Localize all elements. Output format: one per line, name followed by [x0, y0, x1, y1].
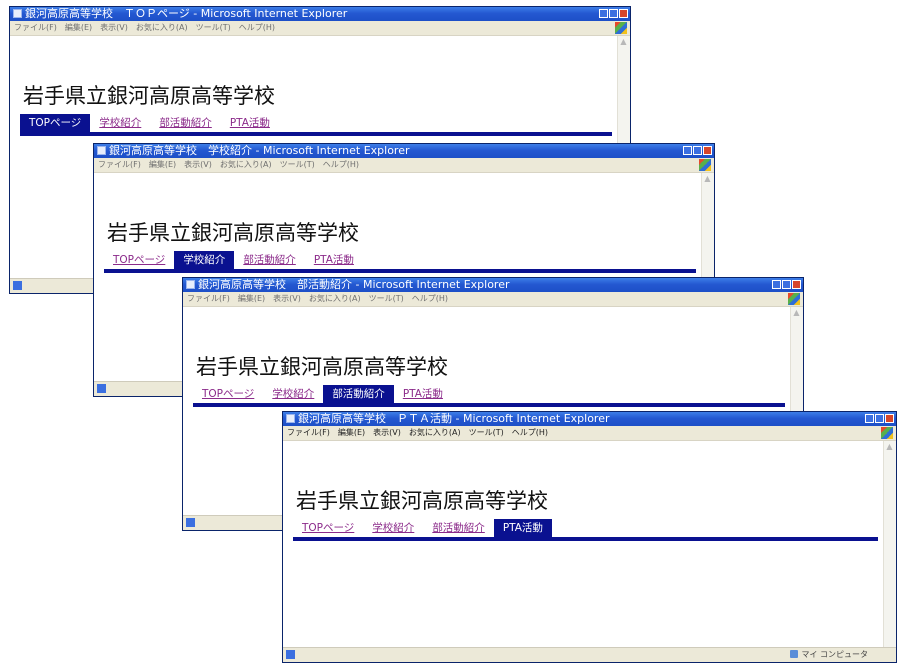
menu-tools[interactable]: ツール(T)	[280, 160, 315, 169]
nav-school[interactable]: 学校紹介	[363, 519, 423, 537]
menu-view[interactable]: 表示(V)	[373, 428, 401, 437]
nav-top[interactable]: TOPページ	[20, 114, 91, 132]
nav-underline	[293, 537, 878, 541]
ie-icon	[97, 146, 106, 155]
menu-edit[interactable]: 編集(E)	[149, 160, 176, 169]
menu-bar: ファイル(F) 編集(E) 表示(V) お気に入り(A) ツール(T) ヘルプ(H)	[10, 21, 630, 36]
ie-icon	[186, 280, 195, 289]
maximize-icon[interactable]	[875, 414, 884, 423]
maximize-icon[interactable]	[609, 9, 618, 18]
page-heading: 岩手県立銀河高原高等学校	[196, 355, 448, 379]
menu-bar: ファイル(F) 編集(E) 表示(V) お気に入り(A) ツール(T) ヘルプ(H)	[94, 158, 714, 173]
scroll-up-icon[interactable]: ▲	[791, 307, 802, 318]
nav-top[interactable]: TOPページ	[293, 519, 363, 537]
menu-help[interactable]: ヘルプ(H)	[323, 160, 359, 169]
nav-pta[interactable]: PTA活動	[221, 114, 279, 132]
nav-underline	[104, 269, 696, 273]
windows-logo-icon	[881, 427, 893, 439]
ie-icon	[286, 414, 295, 423]
minimize-icon[interactable]	[865, 414, 874, 423]
window-title: 銀河高原高等学校 学校紹介 - Microsoft Internet Explo…	[109, 144, 410, 157]
nav-club[interactable]: 部活動紹介	[150, 114, 221, 132]
close-icon[interactable]	[885, 414, 894, 423]
window-title: 銀河高原高等学校 ＰＴＡ活動 - Microsoft Internet Expl…	[298, 412, 610, 425]
title-bar[interactable]: 銀河高原高等学校 学校紹介 - Microsoft Internet Explo…	[94, 144, 714, 158]
menu-favorites[interactable]: お気に入り(A)	[136, 23, 188, 32]
nav-pta[interactable]: PTA活動	[394, 385, 452, 403]
page-icon	[97, 384, 106, 393]
menu-edit[interactable]: 編集(E)	[65, 23, 92, 32]
window-title: 銀河高原高等学校 ＴＯＰページ - Microsoft Internet Exp…	[25, 7, 348, 20]
status-bar: マイ コンピュータ	[283, 647, 896, 662]
nav-underline	[193, 403, 785, 407]
menu-view[interactable]: 表示(V)	[184, 160, 212, 169]
menu-help[interactable]: ヘルプ(H)	[412, 294, 448, 303]
menu-favorites[interactable]: お気に入り(A)	[409, 428, 461, 437]
nav-pta[interactable]: PTA活動	[493, 519, 552, 537]
menu-tools[interactable]: ツール(T)	[469, 428, 504, 437]
computer-icon	[790, 650, 799, 658]
title-bar[interactable]: 銀河高原高等学校 部活動紹介 - Microsoft Internet Expl…	[183, 278, 803, 292]
menu-file[interactable]: ファイル(F)	[14, 23, 57, 32]
nav-underline	[20, 132, 612, 136]
vertical-scrollbar[interactable]: ▲	[883, 441, 896, 648]
page-icon	[13, 281, 22, 290]
nav-club[interactable]: 部活動紹介	[423, 519, 494, 537]
page-heading: 岩手県立銀河高原高等学校	[107, 221, 359, 245]
nav-club[interactable]: 部活動紹介	[323, 385, 394, 403]
maximize-icon[interactable]	[782, 280, 791, 289]
status-zone-label: マイ コンピュータ	[801, 650, 868, 659]
page-heading: 岩手県立銀河高原高等学校	[23, 84, 275, 108]
nav-top[interactable]: TOPページ	[193, 385, 263, 403]
menu-bar: ファイル(F) 編集(E) 表示(V) お気に入り(A) ツール(T) ヘルプ(H)	[183, 292, 803, 307]
windows-logo-icon	[615, 22, 627, 34]
page-heading: 岩手県立銀河高原高等学校	[296, 489, 548, 513]
menu-file[interactable]: ファイル(F)	[98, 160, 141, 169]
menu-edit[interactable]: 編集(E)	[238, 294, 265, 303]
maximize-icon[interactable]	[693, 146, 702, 155]
menu-help[interactable]: ヘルプ(H)	[512, 428, 548, 437]
nav-school[interactable]: 学校紹介	[90, 114, 150, 132]
page-content: 岩手県立銀河高原高等学校 TOPページ 学校紹介 部活動紹介 PTA活動	[283, 441, 884, 648]
nav-club[interactable]: 部活動紹介	[234, 251, 305, 269]
nav-bar: TOPページ 学校紹介 部活動紹介 PTA活動	[193, 385, 452, 403]
nav-school[interactable]: 学校紹介	[174, 251, 235, 269]
title-bar[interactable]: 銀河高原高等学校 ＴＯＰページ - Microsoft Internet Exp…	[10, 7, 630, 21]
close-icon[interactable]	[792, 280, 801, 289]
minimize-icon[interactable]	[683, 146, 692, 155]
close-icon[interactable]	[703, 146, 712, 155]
close-icon[interactable]	[619, 9, 628, 18]
menu-file[interactable]: ファイル(F)	[287, 428, 330, 437]
menu-favorites[interactable]: お気に入り(A)	[220, 160, 272, 169]
menu-bar: ファイル(F) 編集(E) 表示(V) お気に入り(A) ツール(T) ヘルプ(H)	[283, 426, 896, 441]
nav-school[interactable]: 学校紹介	[263, 385, 323, 403]
scroll-up-icon[interactable]: ▲	[702, 173, 713, 184]
menu-tools[interactable]: ツール(T)	[369, 294, 404, 303]
page-icon	[186, 518, 195, 527]
menu-help[interactable]: ヘルプ(H)	[239, 23, 275, 32]
scroll-up-icon[interactable]: ▲	[884, 441, 895, 452]
menu-view[interactable]: 表示(V)	[100, 23, 128, 32]
nav-top[interactable]: TOPページ	[104, 251, 174, 269]
menu-edit[interactable]: 編集(E)	[338, 428, 365, 437]
windows-logo-icon	[699, 159, 711, 171]
minimize-icon[interactable]	[599, 9, 608, 18]
windows-logo-icon	[788, 293, 800, 305]
nav-bar: TOPページ 学校紹介 部活動紹介 PTA活動	[20, 114, 279, 132]
menu-view[interactable]: 表示(V)	[273, 294, 301, 303]
window-title: 銀河高原高等学校 部活動紹介 - Microsoft Internet Expl…	[198, 278, 510, 291]
scroll-up-icon[interactable]: ▲	[618, 36, 629, 47]
menu-file[interactable]: ファイル(F)	[187, 294, 230, 303]
title-bar[interactable]: 銀河高原高等学校 ＰＴＡ活動 - Microsoft Internet Expl…	[283, 412, 896, 426]
ie-icon	[13, 9, 22, 18]
nav-bar: TOPページ 学校紹介 部活動紹介 PTA活動	[293, 519, 552, 537]
nav-pta[interactable]: PTA活動	[305, 251, 363, 269]
menu-tools[interactable]: ツール(T)	[196, 23, 231, 32]
page-icon	[286, 650, 295, 659]
browser-window-pta: 銀河高原高等学校 ＰＴＡ活動 - Microsoft Internet Expl…	[282, 411, 897, 663]
status-zone: マイ コンピュータ	[790, 649, 868, 660]
nav-bar: TOPページ 学校紹介 部活動紹介 PTA活動	[104, 251, 363, 269]
minimize-icon[interactable]	[772, 280, 781, 289]
menu-favorites[interactable]: お気に入り(A)	[309, 294, 361, 303]
